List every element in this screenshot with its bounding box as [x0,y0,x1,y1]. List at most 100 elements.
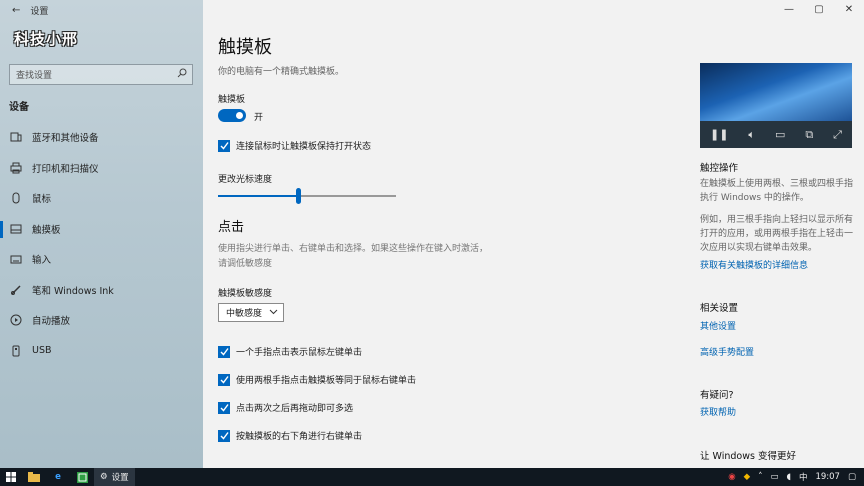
shield-icon[interactable]: ◆ [744,472,751,482]
sidebar-item-usb[interactable]: USB [0,336,203,367]
sidebar-nav: 蓝牙和其他设备 打印机和扫描仪 鼠标 触摸板 输入 笔和 Windows Ink… [0,122,203,366]
tap-option-checkbox[interactable]: 使用两根手指点击触摸板等同于鼠标右键单击 [218,373,416,386]
tap-option-checkbox[interactable]: 按触摸板的右下角进行右键单击 [218,429,362,442]
printer-icon [10,162,22,174]
gesture-video-preview[interactable]: ❚❚ 🔈︎ ▭ ⧉ ⤢ [700,63,852,148]
checkbox-label: 连接鼠标时让触摸板保持打开状态 [236,142,372,152]
maximize-icon[interactable]: ▢ [804,0,834,18]
file-explorer-icon[interactable] [22,468,46,486]
system-tray: ◉ ◆ ˄ ▭ ◖ 中 19:07 ▢ [728,468,856,486]
usb-icon [10,345,22,357]
touchpad-info-link[interactable]: 获取有关触摸板的详细信息 [700,258,808,271]
related-settings-heading: 相关设置 [700,303,739,314]
cursor-speed-track[interactable] [218,195,396,197]
keyboard-icon [10,253,22,265]
checkbox-label: 使用两根手指点击触摸板等同于鼠标右键单击 [236,376,417,386]
video-controls: ❚❚ 🔈︎ ▭ ⧉ ⤢ [700,121,852,148]
minimize-icon[interactable]: — [774,0,804,18]
page-title: 触摸板 [218,37,272,58]
advanced-gestures-link[interactable]: 高级手势配置 [700,345,754,358]
taskbar: e ⚙ 设置 ◉ ◆ ˄ ▭ ◖ 中 19:07 ▢ [0,468,864,486]
mouse-icon [10,192,22,204]
taps-description: 使用指尖进行单击、右键单击和选择。如果这些操作在键入时激活，请调低敏感度 [218,244,489,269]
sensitivity-value: 中敏感度 [226,309,263,319]
leave-on-checkbox[interactable]: 连接鼠标时让触摸板保持打开状态 [218,139,371,152]
sidebar-item-label: USB [32,345,52,357]
fullscreen-icon[interactable]: ⤢ [833,128,842,142]
sidebar-item-label: 触摸板 [32,224,61,236]
taskbar-app-label: 设置 [111,473,129,483]
volume-icon[interactable]: 🔈︎ [748,128,755,142]
question-heading: 有疑问? [700,390,734,401]
search-icon[interactable] [177,68,187,78]
checkmark-icon [218,429,230,442]
sidebar-item-printers[interactable]: 打印机和扫描仪 [0,153,203,184]
tap-option-checkbox[interactable]: 一个手指点击表示鼠标左键单击 [218,345,362,358]
cursor-speed-thumb[interactable] [295,188,301,204]
tap-option-checkbox[interactable]: 点击两次之后再拖动即可多选 [218,401,353,414]
back-arrow-icon[interactable]: ← [12,5,20,16]
record-icon[interactable]: ◉ [728,472,735,482]
store-app-icon[interactable] [70,468,94,486]
checkbox-label: 一个手指点击表示鼠标左键单击 [236,348,363,358]
autoplay-icon [10,314,22,326]
taskbar-settings-app[interactable]: ⚙ 设置 [94,468,135,486]
improve-windows-heading: 让 Windows 变得更好 [700,451,796,462]
sidebar-item-bluetooth[interactable]: 蓝牙和其他设备 [0,122,203,153]
gestures-paragraph-1: 在触摸板上使用两根、三根或四根手指执行 Windows 中的操作。 [700,179,854,203]
clock[interactable]: 19:07 [815,472,840,482]
video-thumbnail [700,63,852,123]
notification-icon[interactable]: ▢ [848,472,856,482]
sidebar-item-autoplay[interactable]: 自动播放 [0,305,203,336]
cursor-speed-fill [218,195,299,197]
touchpad-toggle[interactable] [218,109,246,122]
search-placeholder: 查找设置 [16,71,53,81]
close-icon[interactable]: ✕ [834,0,864,18]
watermark-logo: 科技小邢 [14,30,79,48]
checkbox-label: 按触摸板的右下角进行右键单击 [236,432,363,442]
sidebar-item-label: 打印机和扫描仪 [32,163,99,175]
chevron-up-icon[interactable]: ˄ [758,472,762,482]
toggle-state-text: 开 [254,113,264,123]
edge-icon[interactable]: e [46,468,70,486]
sensitivity-dropdown[interactable]: 中敏感度 [218,303,284,322]
cast-icon[interactable]: ⧉ [805,128,813,142]
sidebar-item-pen[interactable]: 笔和 Windows Ink [0,275,203,306]
taps-heading: 点击 [218,220,245,235]
touchpad-toggle-label: 触摸板 [218,95,246,105]
cursor-speed-label: 更改光标速度 [218,175,273,185]
other-settings-link[interactable]: 其他设置 [700,319,736,332]
gestures-heading: 触控操作 [700,163,739,174]
captions-icon[interactable]: ▭ [775,128,785,141]
gear-icon: ⚙ [100,472,108,482]
sidebar-item-label: 蓝牙和其他设备 [32,133,99,145]
window-title-bar: ← 设置 [12,4,48,17]
sensitivity-label: 触摸板敏感度 [218,289,273,299]
search-input[interactable]: 查找设置 [9,64,193,85]
window-title: 设置 [30,7,49,17]
sidebar-item-label: 输入 [32,255,52,267]
bluetooth-devices-icon [10,131,22,143]
get-help-link[interactable]: 获取帮助 [700,405,736,418]
checkbox-label: 点击两次之后再拖动即可多选 [236,404,354,414]
sidebar-item-mouse[interactable]: 鼠标 [0,183,203,214]
pause-icon[interactable]: ❚❚ [710,128,728,141]
window-controls: — ▢ ✕ [774,0,864,18]
checkmark-icon [218,345,230,358]
volume-icon[interactable]: ◖ [786,472,790,482]
chevron-down-icon [269,307,278,319]
sidebar-item-label: 笔和 Windows Ink [32,285,114,297]
gestures-paragraph-2: 例如，用三根手指向上轻扫以显示所有打开的应用，或用两根手指在上轻击一次应用以实现… [700,215,854,253]
sidebar-item-label: 自动播放 [32,316,71,328]
pen-icon [10,284,22,296]
sidebar-item-typing[interactable]: 输入 [0,244,203,275]
checkmark-icon [218,401,230,414]
start-icon[interactable] [0,468,22,486]
ime-indicator[interactable]: 中 [799,471,808,483]
sidebar-item-touchpad[interactable]: 触摸板 [0,214,203,245]
network-icon[interactable]: ▭ [770,472,778,482]
main-content: — ▢ ✕ 触摸板 你的电脑有一个精确式触摸板。 触摸板 开 连接鼠标时让触摸板… [203,0,864,468]
sidebar-item-label: 鼠标 [32,194,52,206]
touchpad-icon [10,223,22,235]
checkmark-icon [218,373,230,386]
